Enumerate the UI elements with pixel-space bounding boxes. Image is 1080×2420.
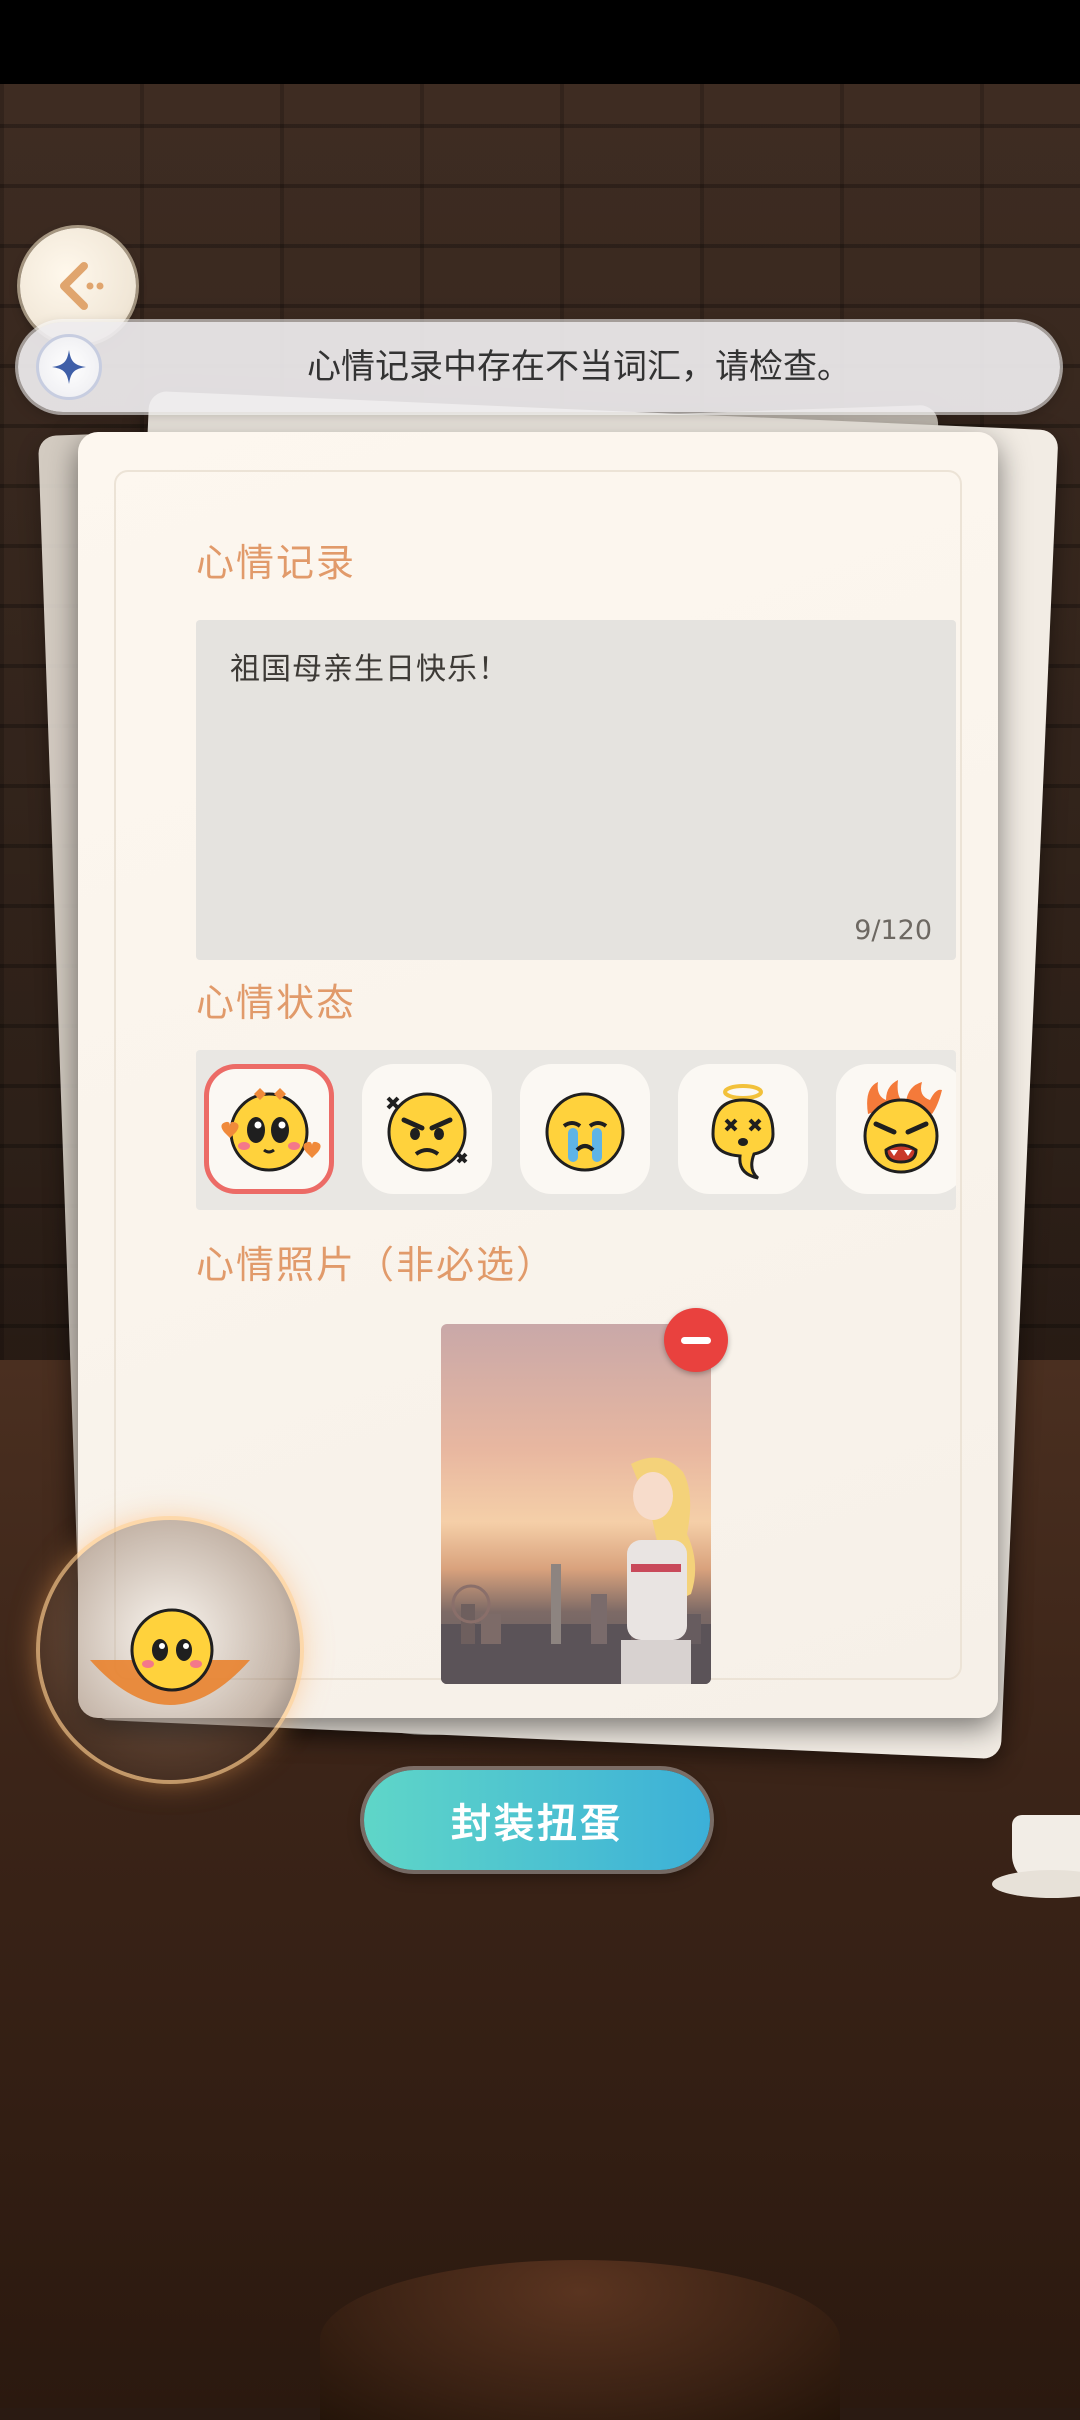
chevron-left-icon (60, 262, 104, 310)
angry-emoji-icon (386, 1092, 468, 1172)
stool (320, 2260, 840, 2420)
seal-capsule-button[interactable]: 封装扭蛋 (364, 1770, 710, 1870)
mood-furious-option[interactable] (836, 1064, 956, 1194)
anime-character (621, 1457, 696, 1684)
love-emoji-icon (90, 1608, 250, 1705)
mood-section-title: 心情状态 (196, 981, 357, 1025)
coffee-cup (992, 1815, 1080, 1898)
crying-emoji-icon (545, 1092, 625, 1172)
sparkle-icon (36, 334, 102, 400)
mood-angry-option[interactable] (362, 1064, 492, 1194)
mood-record-text: 祖国母亲生日快乐！ (230, 652, 509, 687)
dizzy-ghost-emoji-icon (711, 1084, 775, 1180)
photo-section-title: 心情照片（非必选） (196, 1243, 557, 1287)
furious-emoji-icon (863, 1080, 942, 1174)
char-counter: 9/120 (854, 915, 932, 946)
card-frame: 心情记录 祖国母亲生日快乐！ 9/120 心情状态 心情照片（非必选） (114, 470, 962, 1684)
remove-photo-button[interactable] (664, 1308, 728, 1372)
mood-form-card: 心情记录 祖国母亲生日快乐！ 9/120 心情状态 心情照片（非必选） (78, 432, 998, 1718)
warning-toast: 心情记录中存在不当词汇，请检查。 (18, 322, 1060, 412)
mood-love-option[interactable] (204, 1064, 334, 1194)
mood-photo[interactable] (441, 1324, 711, 1684)
record-section-title: 心情记录 (196, 541, 357, 585)
mood-dizzy-option[interactable] (678, 1064, 808, 1194)
mood-crying-option[interactable] (520, 1064, 650, 1194)
mood-record-input[interactable]: 祖国母亲生日快乐！ 9/120 (196, 620, 956, 960)
love-emoji-icon (221, 1088, 321, 1172)
status-bar (0, 0, 1080, 84)
capsule-preview (40, 1520, 300, 1780)
toast-message: 心情记录中存在不当词汇，请检查。 (307, 347, 851, 387)
mood-selector[interactable] (196, 1050, 956, 1210)
